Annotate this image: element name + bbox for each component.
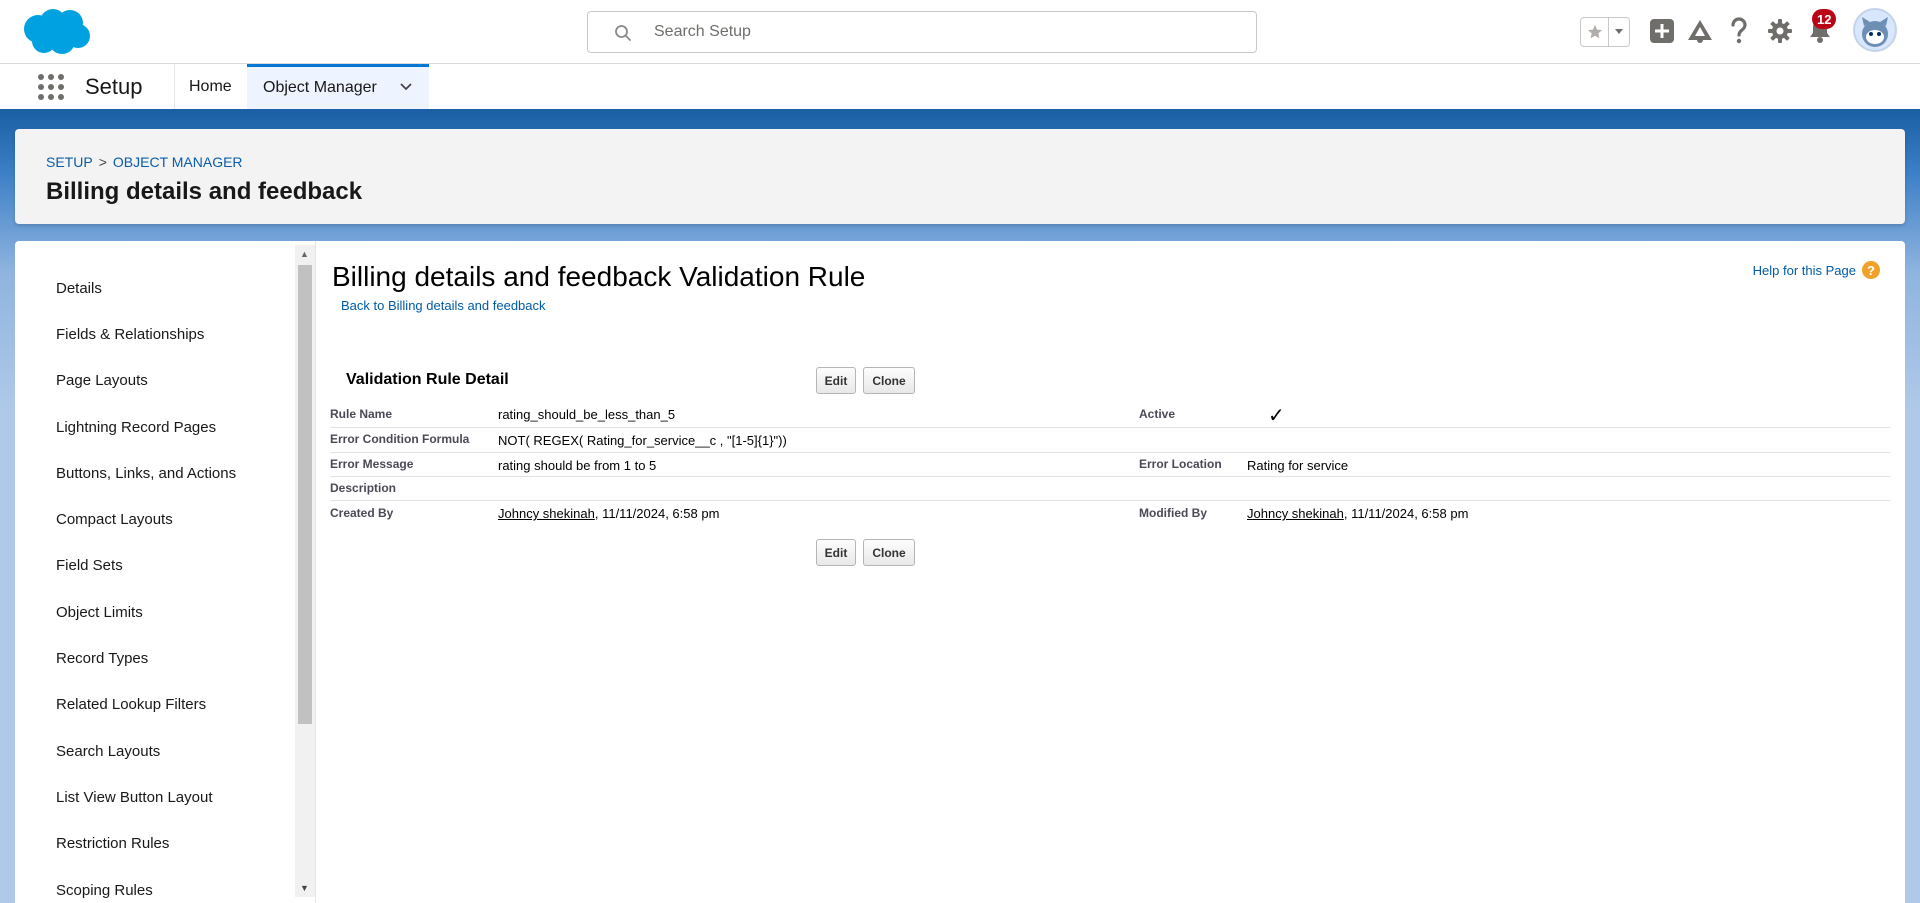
search-icon (615, 25, 631, 41)
error-message-value: rating should be from 1 to 5 (498, 458, 657, 473)
clone-button-bottom[interactable]: Clone (863, 539, 915, 566)
notification-count-badge: 12 (1812, 9, 1837, 29)
favorites-dropdown-icon[interactable] (1609, 18, 1629, 46)
validation-rule-content: Billing details and feedback Validation … (315, 241, 1905, 903)
app-launcher-icon[interactable] (38, 74, 64, 100)
rule-name-label: Rule Name (330, 407, 393, 421)
context-bar: Setup Home Object Manager (0, 64, 1920, 112)
tab-home[interactable]: Home (174, 64, 246, 109)
tab-object-manager-label: Object Manager (263, 79, 377, 96)
scrollbar-thumb[interactable] (298, 265, 312, 724)
help-for-page-link[interactable]: Help for this Page ? (1753, 261, 1880, 279)
salesforce-cloud-logo[interactable] (20, 7, 92, 57)
user-avatar[interactable] (1853, 8, 1897, 52)
tab-object-manager[interactable]: Object Manager (247, 64, 429, 109)
sidebar-item-object-limits[interactable]: Object Limits (56, 589, 236, 635)
main-panel: Details Fields & Relationships Page Layo… (15, 241, 1905, 903)
sidebar-item-scoping-rules[interactable]: Scoping Rules (56, 867, 236, 903)
favorites-group (1580, 17, 1630, 47)
sidebar-item-record-types[interactable]: Record Types (56, 635, 236, 681)
help-icon[interactable] (1724, 14, 1754, 48)
sidebar-item-list-view-button-layout[interactable]: List View Button Layout (56, 774, 236, 820)
breadcrumb-object-manager[interactable]: OBJECT MANAGER (113, 154, 243, 170)
modified-by-value: Johncy shekinah, 11/11/2024, 6:58 pm (1247, 506, 1468, 521)
detail-row-created-modified: Created By Johncy shekinah, 11/11/2024, … (330, 501, 1890, 527)
edit-button-top[interactable]: Edit (816, 367, 856, 394)
description-label: Description (330, 481, 397, 495)
detail-row-description: Description (330, 477, 1890, 501)
rule-name-value: rating_should_be_less_than_5 (498, 407, 676, 422)
active-checkmark-icon: ✓ (1268, 405, 1285, 427)
detail-row-error-message: Error Message rating should be from 1 to… (330, 453, 1890, 477)
created-by-label: Created By (330, 506, 394, 520)
help-question-icon: ? (1862, 261, 1880, 279)
modified-by-label: Modified By (1139, 506, 1207, 520)
sidebar-item-compact-layouts[interactable]: Compact Layouts (56, 496, 236, 542)
edit-button-bottom[interactable]: Edit (816, 539, 856, 566)
created-by-user-link[interactable]: Johncy shekinah (498, 506, 595, 521)
app-name: Setup (85, 74, 143, 99)
breadcrumb-separator: > (98, 154, 107, 170)
global-header: 12 (0, 0, 1920, 64)
sidebar-item-related-lookup-filters[interactable]: Related Lookup Filters (56, 682, 236, 728)
search-input[interactable] (654, 12, 1234, 52)
favorites-star-icon[interactable] (1581, 18, 1609, 46)
sidebar-item-lightning-record-pages[interactable]: Lightning Record Pages (56, 404, 236, 450)
page-title: Billing details and feedback (46, 178, 363, 205)
sidebar-item-page-layouts[interactable]: Page Layouts (56, 358, 236, 404)
trailhead-icon[interactable] (1684, 14, 1716, 48)
breadcrumb-setup[interactable]: SETUP (46, 154, 93, 170)
detail-row-formula: Error Condition Formula NOT( REGEX( Rati… (330, 428, 1890, 453)
error-message-label: Error Message (330, 457, 414, 471)
sidebar-item-buttons-links-actions[interactable]: Buttons, Links, and Actions (56, 450, 236, 496)
clone-button-top[interactable]: Clone (863, 367, 915, 394)
sidebar-item-details[interactable]: Details (56, 265, 236, 311)
validation-rule-title: Billing details and feedback Validation … (332, 261, 866, 292)
formula-label: Error Condition Formula (330, 432, 470, 446)
object-sidebar-nav: Details Fields & Relationships Page Layo… (15, 241, 295, 903)
formula-value: NOT( REGEX( Rating_for_service__c , "[1-… (498, 433, 787, 448)
error-location-value: Rating for service (1247, 458, 1349, 473)
sidebar-scrollbar[interactable]: ▲ ▼ (295, 245, 315, 897)
search-setup-box[interactable] (587, 11, 1257, 53)
modified-date: , 11/11/2024, 6:58 pm (1343, 506, 1469, 521)
scroll-down-arrow-icon[interactable]: ▼ (300, 883, 309, 893)
sidebar-item-field-sets[interactable]: Field Sets (56, 543, 236, 589)
scroll-up-arrow-icon[interactable]: ▲ (300, 249, 309, 259)
section-title: Validation Rule Detail (346, 371, 509, 388)
help-link-label: Help for this Page (1752, 262, 1856, 278)
object-page-header: SETUP > OBJECT MANAGER Billing details a… (15, 129, 1905, 224)
modified-by-user-link[interactable]: Johncy shekinah (1247, 506, 1344, 521)
error-location-label: Error Location (1139, 457, 1222, 471)
back-to-object-link[interactable]: Back to Billing details and feedback (341, 298, 546, 313)
global-actions-icon[interactable] (1647, 14, 1677, 48)
active-label: Active (1139, 407, 1176, 421)
sidebar-item-fields-relationships[interactable]: Fields & Relationships (56, 311, 236, 357)
tab-home-label: Home (189, 77, 232, 95)
sidebar-item-search-layouts[interactable]: Search Layouts (56, 728, 236, 774)
detail-row-rule-name: Rule Name rating_should_be_less_than_5 A… (330, 403, 1890, 428)
chevron-down-icon[interactable] (399, 80, 413, 94)
sidebar-item-restriction-rules[interactable]: Restriction Rules (56, 821, 236, 867)
breadcrumb: SETUP > OBJECT MANAGER (46, 154, 243, 170)
created-by-value: Johncy shekinah, 11/11/2024, 6:58 pm (498, 506, 719, 521)
created-date: , 11/11/2024, 6:58 pm (594, 506, 720, 521)
setup-gear-icon[interactable] (1765, 14, 1795, 48)
